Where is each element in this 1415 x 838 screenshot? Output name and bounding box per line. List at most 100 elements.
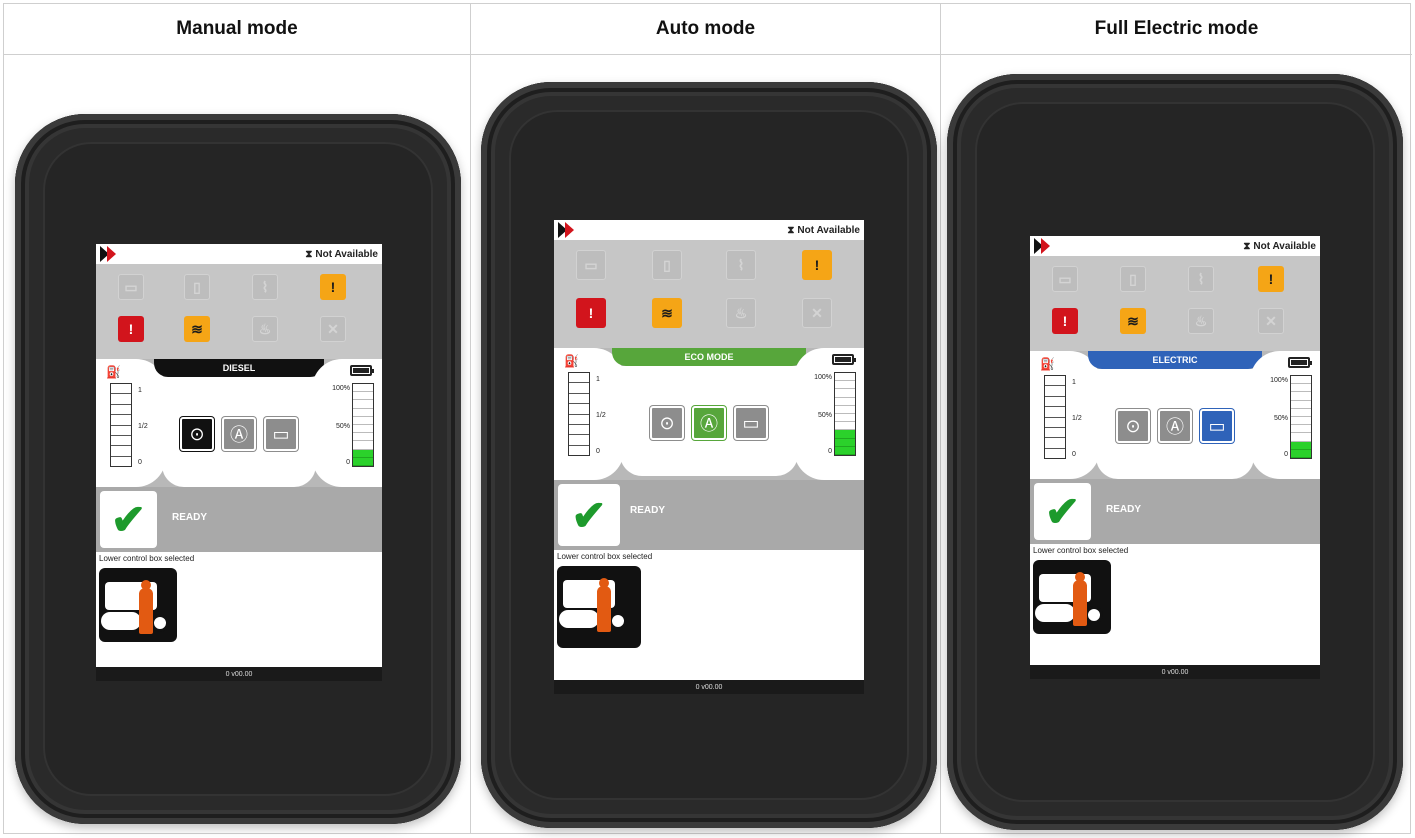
control-box-icon xyxy=(1033,560,1111,634)
fuel-panel: ⛽ 1 1/2 0 xyxy=(554,348,624,480)
screen-footer: 0 v00.00 xyxy=(1030,665,1320,679)
screen-footer: 0 v00.00 xyxy=(96,667,382,681)
column-heading: Full Electric mode xyxy=(941,4,1412,55)
mode-selector: ⊙ Ⓐ ▭ xyxy=(162,377,316,487)
hourglass-icon: ⧗ xyxy=(787,224,795,236)
warning-icons-panel: ▭ ▯ ⌇ ! ! ≋ ♨ ✕ xyxy=(1030,256,1320,351)
engine-warning-amber-icon: ! xyxy=(320,274,346,300)
screen-header: ⧗ Not Available xyxy=(96,244,382,264)
mode-label-band: DIESEL xyxy=(154,359,324,377)
hourglass-icon: ⧗ xyxy=(305,248,313,260)
display-device: ⧗ Not Available ▭ ▯ ⌇ ! ! ≋ ♨ ✕ ⛽ 1 1/2 … xyxy=(481,82,937,828)
fan-off-icon: ✕ xyxy=(320,316,346,342)
fuel-gauge xyxy=(1044,375,1066,459)
display-device: ⧗ Not Available ▭ ▯ ⌇ ! ! ≋ ♨ ✕ ⛽ 1 1/2 … xyxy=(947,74,1403,830)
diesel-mode-button[interactable]: ⊙ xyxy=(1116,409,1150,443)
electric-mode-button[interactable]: ▭ xyxy=(1200,409,1234,443)
ready-status: ✔ READY xyxy=(96,487,382,552)
battery-panel: 100% 50% 0 xyxy=(794,348,864,480)
display-screen: ⧗ Not Available ▭ ▯ ⌇ ! ! ≋ ♨ ✕ ⛽ 1 1/2 … xyxy=(554,220,864,694)
brand-logo xyxy=(100,246,116,262)
control-box-icon xyxy=(99,568,177,642)
engine-fault-red-icon: ! xyxy=(576,298,606,328)
check-icon: ✔ xyxy=(558,484,620,546)
mode-label-band: ECO MODE xyxy=(612,348,806,366)
status-indicator: ⧗ Not Available xyxy=(787,224,860,236)
info-panel: Lower control box selected xyxy=(96,552,382,667)
status-indicator: ⧗ Not Available xyxy=(1243,240,1316,252)
battery-panel: 100% 50% 0 xyxy=(312,359,382,487)
check-icon: ✔ xyxy=(100,491,157,548)
fuel-pump-icon: ⛽ xyxy=(1040,357,1055,371)
fan-off-icon: ✕ xyxy=(1258,308,1284,334)
electric-mode-button[interactable]: ▭ xyxy=(264,417,298,451)
fuel-filter-icon: ▯ xyxy=(1120,266,1146,292)
column-electric: Full Electric mode ⧗ Not Available ▭ ▯ ⌇ … xyxy=(941,4,1412,833)
battery-icon xyxy=(832,354,856,365)
battery-gauge xyxy=(352,383,374,467)
electric-mode-button[interactable]: ▭ xyxy=(734,406,768,440)
display-screen: ⧗ Not Available ▭ ▯ ⌇ ! ! ≋ ♨ ✕ ⛽ 1 1/2 … xyxy=(96,244,382,681)
info-panel: Lower control box selected xyxy=(1030,544,1320,665)
diesel-mode-button[interactable]: ⊙ xyxy=(180,417,214,451)
engine-fault-red-icon: ! xyxy=(1052,308,1078,334)
info-panel: Lower control box selected xyxy=(554,550,864,680)
fuel-panel: ⛽ 1 1/2 0 xyxy=(96,359,166,487)
fuel-filter-icon: ▯ xyxy=(184,274,210,300)
auto-mode-button[interactable]: Ⓐ xyxy=(222,417,256,451)
column-auto: Auto mode ⧗ Not Available ▭ ▯ ⌇ ! ! ≋ ♨ ✕ xyxy=(471,4,941,833)
brand-logo xyxy=(558,222,574,238)
fuel-gauge xyxy=(110,383,132,467)
oil-pressure-icon: ⌇ xyxy=(252,274,278,300)
oil-pressure-icon: ⌇ xyxy=(1188,266,1214,292)
status-indicator: ⧗ Not Available xyxy=(305,248,378,260)
column-heading: Auto mode xyxy=(471,4,940,55)
engine-fault-red-icon: ! xyxy=(118,316,144,342)
warning-icons-panel: ▭ ▯ ⌇ ! ! ≋ ♨ ✕ xyxy=(554,240,864,348)
screen-header: ⧗ Not Available xyxy=(1030,236,1320,256)
mode-panel: ⛽ 1 1/2 0 ECO MODE ⊙ Ⓐ ▭ 100% 50% 0 xyxy=(554,348,864,480)
column-heading: Manual mode xyxy=(4,4,470,55)
fuel-gauge xyxy=(568,372,590,456)
mode-label-band: ELECTRIC xyxy=(1088,351,1262,369)
battery-icon xyxy=(1288,357,1312,368)
ready-status: ✔ READY xyxy=(554,480,864,550)
ready-status: ✔ READY xyxy=(1030,479,1320,544)
glow-plug-icon: ≋ xyxy=(1120,308,1146,334)
battery-gauge xyxy=(834,372,856,456)
glow-plug-icon: ≋ xyxy=(184,316,210,342)
check-icon: ✔ xyxy=(1034,483,1091,540)
engine-warning-amber-icon: ! xyxy=(1258,266,1284,292)
screen-footer: 0 v00.00 xyxy=(554,680,864,694)
display-device: ⧗ Not Available ▭ ▯ ⌇ ! ! ≋ ♨ ✕ ⛽ 1 1/2 … xyxy=(15,114,461,824)
mode-selector: ⊙ Ⓐ ▭ xyxy=(620,366,798,476)
display-screen: ⧗ Not Available ▭ ▯ ⌇ ! ! ≋ ♨ ✕ ⛽ 1 1/2 … xyxy=(1030,236,1320,679)
engine-warning-amber-icon: ! xyxy=(802,250,832,280)
coolant-temp-icon: ♨ xyxy=(252,316,278,342)
glow-plug-icon: ≋ xyxy=(652,298,682,328)
brand-logo xyxy=(1034,238,1050,254)
fuel-pump-icon: ⛽ xyxy=(564,354,579,368)
diesel-mode-button[interactable]: ⊙ xyxy=(650,406,684,440)
mode-selector: ⊙ Ⓐ ▭ xyxy=(1096,369,1254,479)
auto-mode-button[interactable]: Ⓐ xyxy=(692,406,726,440)
fuel-filter-icon: ▯ xyxy=(652,250,682,280)
control-box-icon xyxy=(557,566,641,648)
oil-pressure-icon: ⌇ xyxy=(726,250,756,280)
mode-panel: ⛽ 1 1/2 0 ELECTRIC ⊙ Ⓐ ▭ 100% 50% 0 xyxy=(1030,351,1320,479)
battery-warning-icon: ▭ xyxy=(1052,266,1078,292)
fan-off-icon: ✕ xyxy=(802,298,832,328)
fuel-panel: ⛽ 1 1/2 0 xyxy=(1030,351,1100,479)
mode-panel: ⛽ 1 1/2 0 DIESEL ⊙ Ⓐ ▭ 100% 50% 0 xyxy=(96,359,382,487)
battery-panel: 100% 50% 0 xyxy=(1250,351,1320,479)
battery-gauge xyxy=(1290,375,1312,459)
warning-icons-panel: ▭ ▯ ⌇ ! ! ≋ ♨ ✕ xyxy=(96,264,382,359)
auto-mode-button[interactable]: Ⓐ xyxy=(1158,409,1192,443)
coolant-temp-icon: ♨ xyxy=(726,298,756,328)
battery-warning-icon: ▭ xyxy=(118,274,144,300)
hourglass-icon: ⧗ xyxy=(1243,240,1251,252)
column-manual: Manual mode ⧗ Not Available ▭ ▯ ⌇ ! ! ≋ ♨… xyxy=(4,4,471,833)
battery-warning-icon: ▭ xyxy=(576,250,606,280)
coolant-temp-icon: ♨ xyxy=(1188,308,1214,334)
battery-icon xyxy=(350,365,374,376)
